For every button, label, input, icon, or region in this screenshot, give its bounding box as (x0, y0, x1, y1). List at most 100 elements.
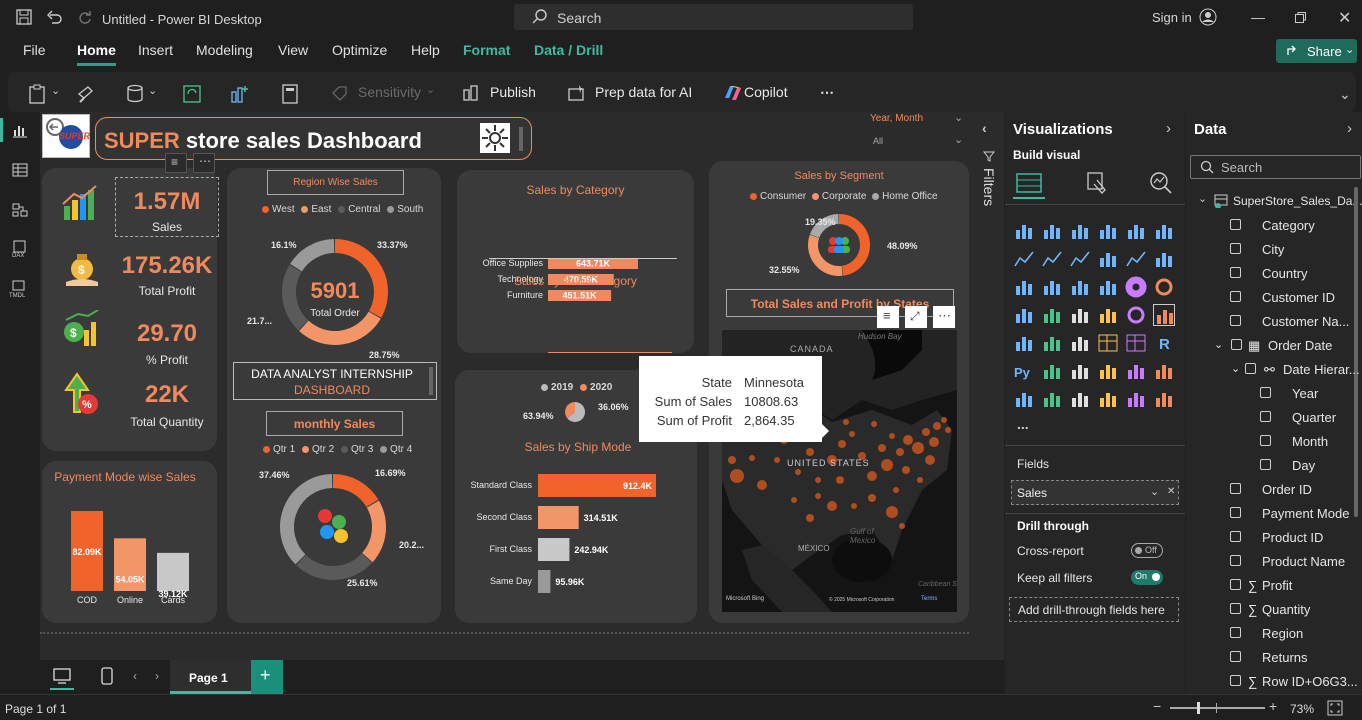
slicer-chevron-icon[interactable]: ⌄ (954, 111, 963, 124)
segment-slice-consumer[interactable] (838, 214, 870, 276)
sign-in-link[interactable]: Sign in (1152, 10, 1192, 25)
state-bubble[interactable] (881, 459, 893, 471)
format-painter-icon[interactable] (76, 84, 96, 104)
field-row-id-o6g3--checkbox[interactable] (1230, 675, 1241, 686)
tab-format[interactable]: Format (463, 42, 510, 58)
power-query-visual-icon[interactable] (1153, 388, 1175, 410)
state-bubble[interactable] (941, 417, 947, 423)
slicer-visual-icon[interactable] (1069, 332, 1091, 354)
pie-visual-icon[interactable] (1125, 276, 1147, 298)
paste-icon[interactable] (28, 84, 48, 104)
slicer-value-chevron-icon[interactable]: ⌄ (954, 133, 963, 146)
table-view-icon[interactable] (12, 162, 28, 178)
tab-view[interactable]: View (278, 42, 308, 58)
tab-data-drill[interactable]: Data / Drill (534, 42, 603, 58)
desktop-layout-icon[interactable] (53, 668, 71, 684)
field-quantity-checkbox[interactable] (1230, 603, 1241, 614)
ribbon-visual-icon[interactable] (1125, 248, 1147, 270)
share-button[interactable]: Share ⌄ (1276, 39, 1357, 63)
prep-data-icon[interactable] (568, 84, 586, 102)
funnel-visual-icon[interactable] (1069, 276, 1091, 298)
map-pin-visual-icon[interactable] (1097, 388, 1119, 410)
tmdl-view-icon[interactable]: TMDL (9, 280, 31, 298)
mobile-layout-icon[interactable] (101, 667, 113, 685)
state-bubble[interactable] (868, 494, 876, 502)
tab-modeling[interactable]: Modeling (196, 42, 253, 58)
zoom-slider-thumb[interactable] (1197, 702, 1200, 714)
100-column-visual-icon[interactable] (1153, 220, 1175, 242)
expand-hierarchy-icon[interactable]: ⌄ (1231, 362, 1240, 375)
format-visual-icon[interactable] (1085, 170, 1109, 196)
paste-chevron-icon[interactable]: ⌄ (51, 84, 60, 97)
shipmode-bar[interactable] (538, 538, 570, 561)
next-page-icon[interactable]: › (155, 669, 159, 683)
r-visual-visual-icon[interactable]: R (1153, 332, 1175, 354)
state-bubble[interactable] (929, 437, 939, 447)
power-apps-visual-icon[interactable] (1041, 388, 1063, 410)
gauge-visual-icon[interactable] (1125, 304, 1147, 326)
field-returns[interactable]: Returns (1262, 650, 1308, 665)
maximize-icon[interactable] (1295, 12, 1306, 23)
region-slice-central[interactable] (282, 264, 309, 331)
copilot-icon[interactable] (722, 84, 744, 102)
collapse-ribbon-icon[interactable]: ⌄ (1339, 86, 1351, 103)
state-bubble[interactable] (749, 455, 755, 461)
publish-icon[interactable] (462, 84, 480, 102)
field-category-checkbox[interactable] (1230, 219, 1241, 230)
kpi-more-options-icon[interactable]: ⋯ (193, 153, 215, 173)
multi-row-card-visual-icon[interactable] (1013, 332, 1035, 354)
field-profit-checkbox[interactable] (1230, 579, 1241, 590)
state-bubble[interactable] (893, 487, 899, 493)
cross-report-toggle[interactable]: Off (1131, 543, 1163, 558)
state-bubble[interactable] (896, 448, 904, 456)
matrix-visual-icon[interactable] (1125, 332, 1147, 354)
state-bubble[interactable] (728, 456, 736, 464)
field-product-name[interactable]: Product Name (1262, 554, 1345, 569)
filter-visual-icon[interactable]: ≡ (165, 153, 187, 173)
collapse-viz-icon[interactable]: › (1166, 120, 1171, 137)
scatter-2-visual-icon[interactable] (1097, 276, 1119, 298)
azure-map-visual-icon[interactable] (1097, 304, 1119, 326)
state-bubble[interactable] (903, 435, 913, 445)
paginated-visual-icon[interactable] (1013, 388, 1035, 410)
python-visual-visual-icon[interactable]: Py (1013, 360, 1035, 382)
monthly-slice-qtr2[interactable] (361, 500, 386, 563)
get-data-icon[interactable] (126, 84, 146, 104)
state-bubble[interactable] (806, 448, 814, 456)
payment-bar-2[interactable] (157, 552, 189, 591)
key-influencers-visual-icon[interactable] (1041, 360, 1063, 382)
internship-scrollbar[interactable] (429, 367, 433, 395)
area-visual-icon[interactable] (1041, 248, 1063, 270)
field-product-id-checkbox[interactable] (1230, 531, 1241, 542)
field-quarter[interactable]: Quarter (1292, 410, 1336, 425)
stacked-area-visual-icon[interactable] (1069, 248, 1091, 270)
field-payment-mode-checkbox[interactable] (1230, 507, 1241, 518)
dax-query-icon[interactable]: DAX (11, 240, 29, 258)
field-profit[interactable]: Profit (1262, 578, 1292, 593)
prep-data-button[interactable]: Prep data for AI (595, 84, 692, 100)
state-bubble[interactable] (886, 506, 898, 518)
decomposition-tree-visual-icon[interactable] (1069, 360, 1091, 382)
state-bubble[interactable] (925, 455, 935, 465)
prev-page-icon[interactable]: ‹ (133, 669, 137, 683)
state-bubble[interactable] (774, 457, 780, 463)
expand-order-date-icon[interactable]: ⌄ (1214, 338, 1223, 351)
field-region[interactable]: Region (1262, 626, 1303, 641)
new-visual-icon[interactable] (230, 84, 250, 104)
field-year-checkbox[interactable] (1260, 387, 1271, 398)
slicer-value[interactable]: All (873, 136, 883, 146)
region-slice-south[interactable] (290, 239, 335, 272)
undo-icon[interactable] (46, 9, 62, 25)
state-bubble[interactable] (912, 442, 924, 454)
data-search-input[interactable]: Search (1190, 155, 1361, 179)
save-icon[interactable] (16, 9, 32, 25)
zoom-slider[interactable] (1170, 702, 1265, 714)
fields-well-sales[interactable]: Sales ⌄ ✕ (1011, 480, 1179, 505)
more-visuals-icon[interactable]: ... (1017, 416, 1029, 432)
calculator-icon[interactable] (280, 84, 300, 104)
waterfall-visual-icon[interactable] (1153, 248, 1175, 270)
minimize-icon[interactable]: — (1251, 9, 1265, 25)
fit-to-page-icon[interactable] (1327, 700, 1343, 716)
state-bubble[interactable] (836, 476, 844, 484)
hierarchy-checkbox[interactable] (1245, 363, 1256, 374)
